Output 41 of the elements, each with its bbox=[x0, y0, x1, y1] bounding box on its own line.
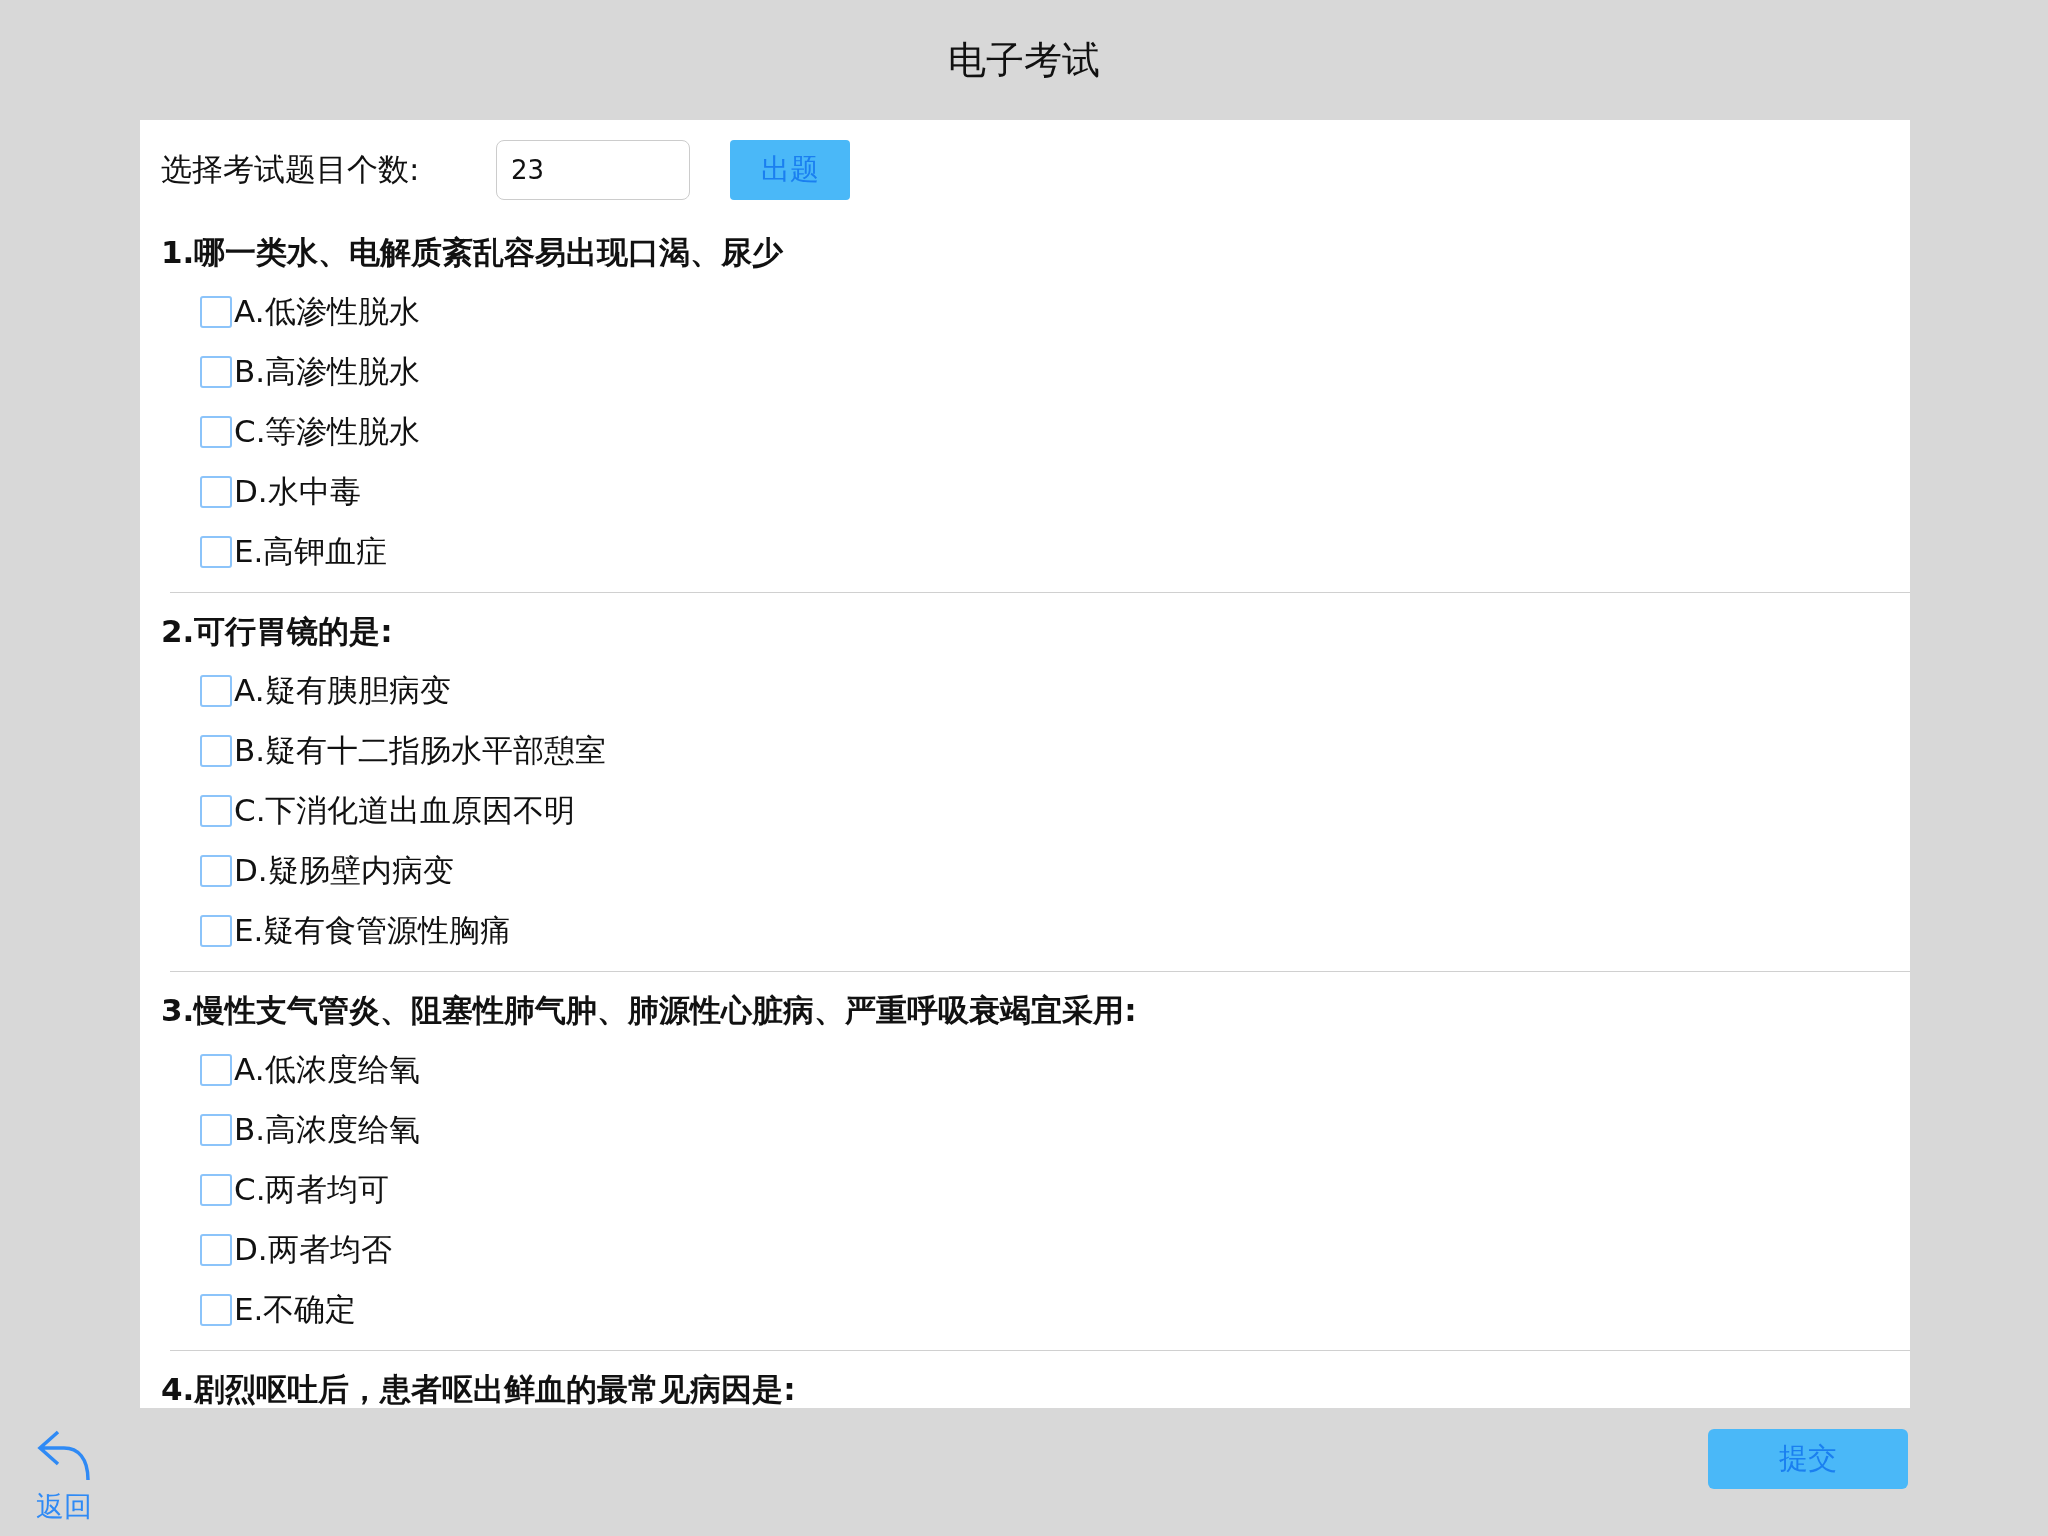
checkbox[interactable] bbox=[200, 855, 232, 887]
option-label: B.高浓度给氧 bbox=[234, 1110, 421, 1149]
checkbox[interactable] bbox=[200, 735, 232, 767]
option-label: C.两者均可 bbox=[234, 1170, 390, 1209]
checkbox[interactable] bbox=[200, 356, 232, 388]
submit-button[interactable]: 提交 bbox=[1708, 1429, 1908, 1489]
option-label: E.疑有食管源性胸痛 bbox=[234, 911, 512, 950]
option-label: D.两者均否 bbox=[234, 1230, 392, 1269]
option-label: E.高钾血症 bbox=[234, 532, 388, 571]
option-label: C.等渗性脱水 bbox=[234, 412, 421, 451]
generate-button[interactable]: 出题 bbox=[730, 140, 850, 200]
checkbox[interactable] bbox=[200, 1294, 232, 1326]
question-count-label: 选择考试题目个数: bbox=[161, 150, 421, 189]
option-label: B.疑有十二指肠水平部憩室 bbox=[234, 731, 607, 770]
question-title: 3.慢性支气管炎、阻塞性肺气肿、肺源性心脏病、严重呼吸衰竭宜采用: bbox=[161, 991, 1138, 1030]
option-label: E.不确定 bbox=[234, 1290, 357, 1329]
option-label: D.水中毒 bbox=[234, 472, 361, 511]
checkbox[interactable] bbox=[200, 675, 232, 707]
checkbox[interactable] bbox=[200, 1174, 232, 1206]
option-label: B.高渗性脱水 bbox=[234, 352, 421, 391]
back-label: 返回 bbox=[36, 1490, 92, 1524]
checkbox[interactable] bbox=[200, 1054, 232, 1086]
question-title: 2.可行胃镜的是: bbox=[161, 612, 394, 651]
checkbox[interactable] bbox=[200, 296, 232, 328]
checkbox[interactable] bbox=[200, 1114, 232, 1146]
question-count-field[interactable]: 23 bbox=[496, 140, 690, 200]
option-label: A.疑有胰胆病变 bbox=[234, 671, 451, 710]
option-label: D.疑肠壁内病变 bbox=[234, 851, 454, 890]
checkbox[interactable] bbox=[200, 795, 232, 827]
checkbox[interactable] bbox=[200, 1234, 232, 1266]
checkbox[interactable] bbox=[200, 416, 232, 448]
checkbox[interactable] bbox=[200, 536, 232, 568]
back-button[interactable]: 返回 bbox=[36, 1428, 92, 1526]
checkbox[interactable] bbox=[200, 476, 232, 508]
checkbox[interactable] bbox=[200, 915, 232, 947]
option-label: A.低渗性脱水 bbox=[234, 292, 420, 331]
option-label: C.下消化道出血原因不明 bbox=[234, 791, 576, 830]
question-title: 4.剧烈呕吐后，患者呕出鲜血的最常见病因是: bbox=[161, 1370, 797, 1408]
page-title: 电子考试 bbox=[948, 36, 1100, 84]
option-label: A.低浓度给氧 bbox=[234, 1050, 420, 1089]
question-title: 1.哪一类水、电解质紊乱容易出现口渴、尿少 bbox=[161, 233, 785, 272]
